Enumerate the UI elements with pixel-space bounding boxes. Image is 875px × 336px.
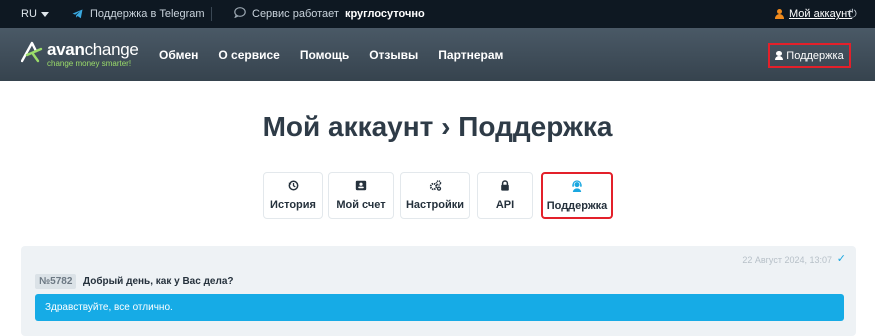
support-user-icon: [775, 51, 784, 60]
service-status-prefix: Сервис работает: [252, 8, 339, 20]
tab-settings[interactable]: Настройки: [400, 172, 470, 219]
my-account-link[interactable]: Мой аккаунт: [775, 0, 852, 28]
nav-help[interactable]: Помощь: [300, 48, 349, 62]
my-account-label: Мой аккаунт: [789, 8, 853, 20]
logo[interactable]: avanchange change money smarter!: [20, 38, 139, 70]
support-button-label: Поддержка: [786, 49, 844, 62]
support-ticket[interactable]: 22 Август 2024, 13:07 ✓ №5782 Добрый ден…: [21, 246, 856, 336]
tab-api[interactable]: API: [477, 172, 533, 219]
history-icon: [288, 180, 299, 194]
lock-icon: [500, 180, 510, 194]
check-icon: ✓: [836, 253, 846, 265]
logo-mark-icon: [20, 41, 43, 68]
tab-history[interactable]: История: [263, 172, 323, 219]
tab-settings-label: Настройки: [405, 199, 465, 211]
tab-api-label: API: [495, 199, 515, 211]
top-bar: RU Поддержка в Telegram Сервис работает …: [0, 0, 875, 28]
service-status-emphasis: круглосуточно: [344, 8, 425, 20]
page-title: Мой аккаунт › Поддержка: [262, 111, 613, 142]
chevron-down-icon: [40, 12, 49, 17]
logo-tagline: change money smarter!: [47, 58, 132, 68]
nav-partners[interactable]: Партнерам: [438, 48, 503, 62]
tab-support-label: Поддержка: [546, 199, 608, 212]
language-selector[interactable]: RU: [21, 0, 49, 28]
service-status: Сервис работает круглосуточно: [234, 0, 425, 28]
tab-support[interactable]: Поддержка: [541, 172, 613, 219]
tab-my-account-label: Мой счет: [336, 199, 386, 211]
main-nav: Обмен О сервисе Помощь Отзывы Партнерам: [159, 28, 503, 81]
logo-word-change: change: [84, 39, 139, 59]
nav-about[interactable]: О сервисе: [218, 48, 279, 62]
ticket-message: Добрый день, как у Вас дела?: [83, 276, 234, 287]
tab-my-account[interactable]: Мой счет: [328, 172, 394, 219]
chat-icon: [234, 7, 246, 21]
language-label: RU: [21, 8, 37, 20]
nav-reviews[interactable]: Отзывы: [369, 48, 418, 62]
ticket-date: 22 Август 2024, 13:07: [742, 255, 832, 265]
power-icon[interactable]: ⏻: [848, 0, 857, 28]
ticket-reply: Здравствуйте, все отлично.: [35, 294, 844, 321]
support-button[interactable]: Поддержка: [768, 43, 851, 68]
main-header: avanchange change money smarter! Обмен О…: [0, 28, 875, 81]
ticket-number-badge: №5782: [35, 274, 77, 289]
telegram-label: Поддержка в Telegram: [90, 8, 205, 20]
telegram-icon: [72, 9, 83, 19]
logo-word-avan: avan: [47, 39, 85, 59]
tab-history-label: История: [270, 199, 316, 211]
telegram-support-link[interactable]: Поддержка в Telegram: [72, 0, 205, 28]
id-card-icon: [355, 180, 367, 194]
topbar-divider: [211, 7, 212, 21]
nav-exchange[interactable]: Обмен: [159, 48, 198, 62]
support-agent-icon: [571, 179, 583, 195]
user-icon: [775, 9, 784, 19]
gears-icon: [429, 180, 442, 194]
